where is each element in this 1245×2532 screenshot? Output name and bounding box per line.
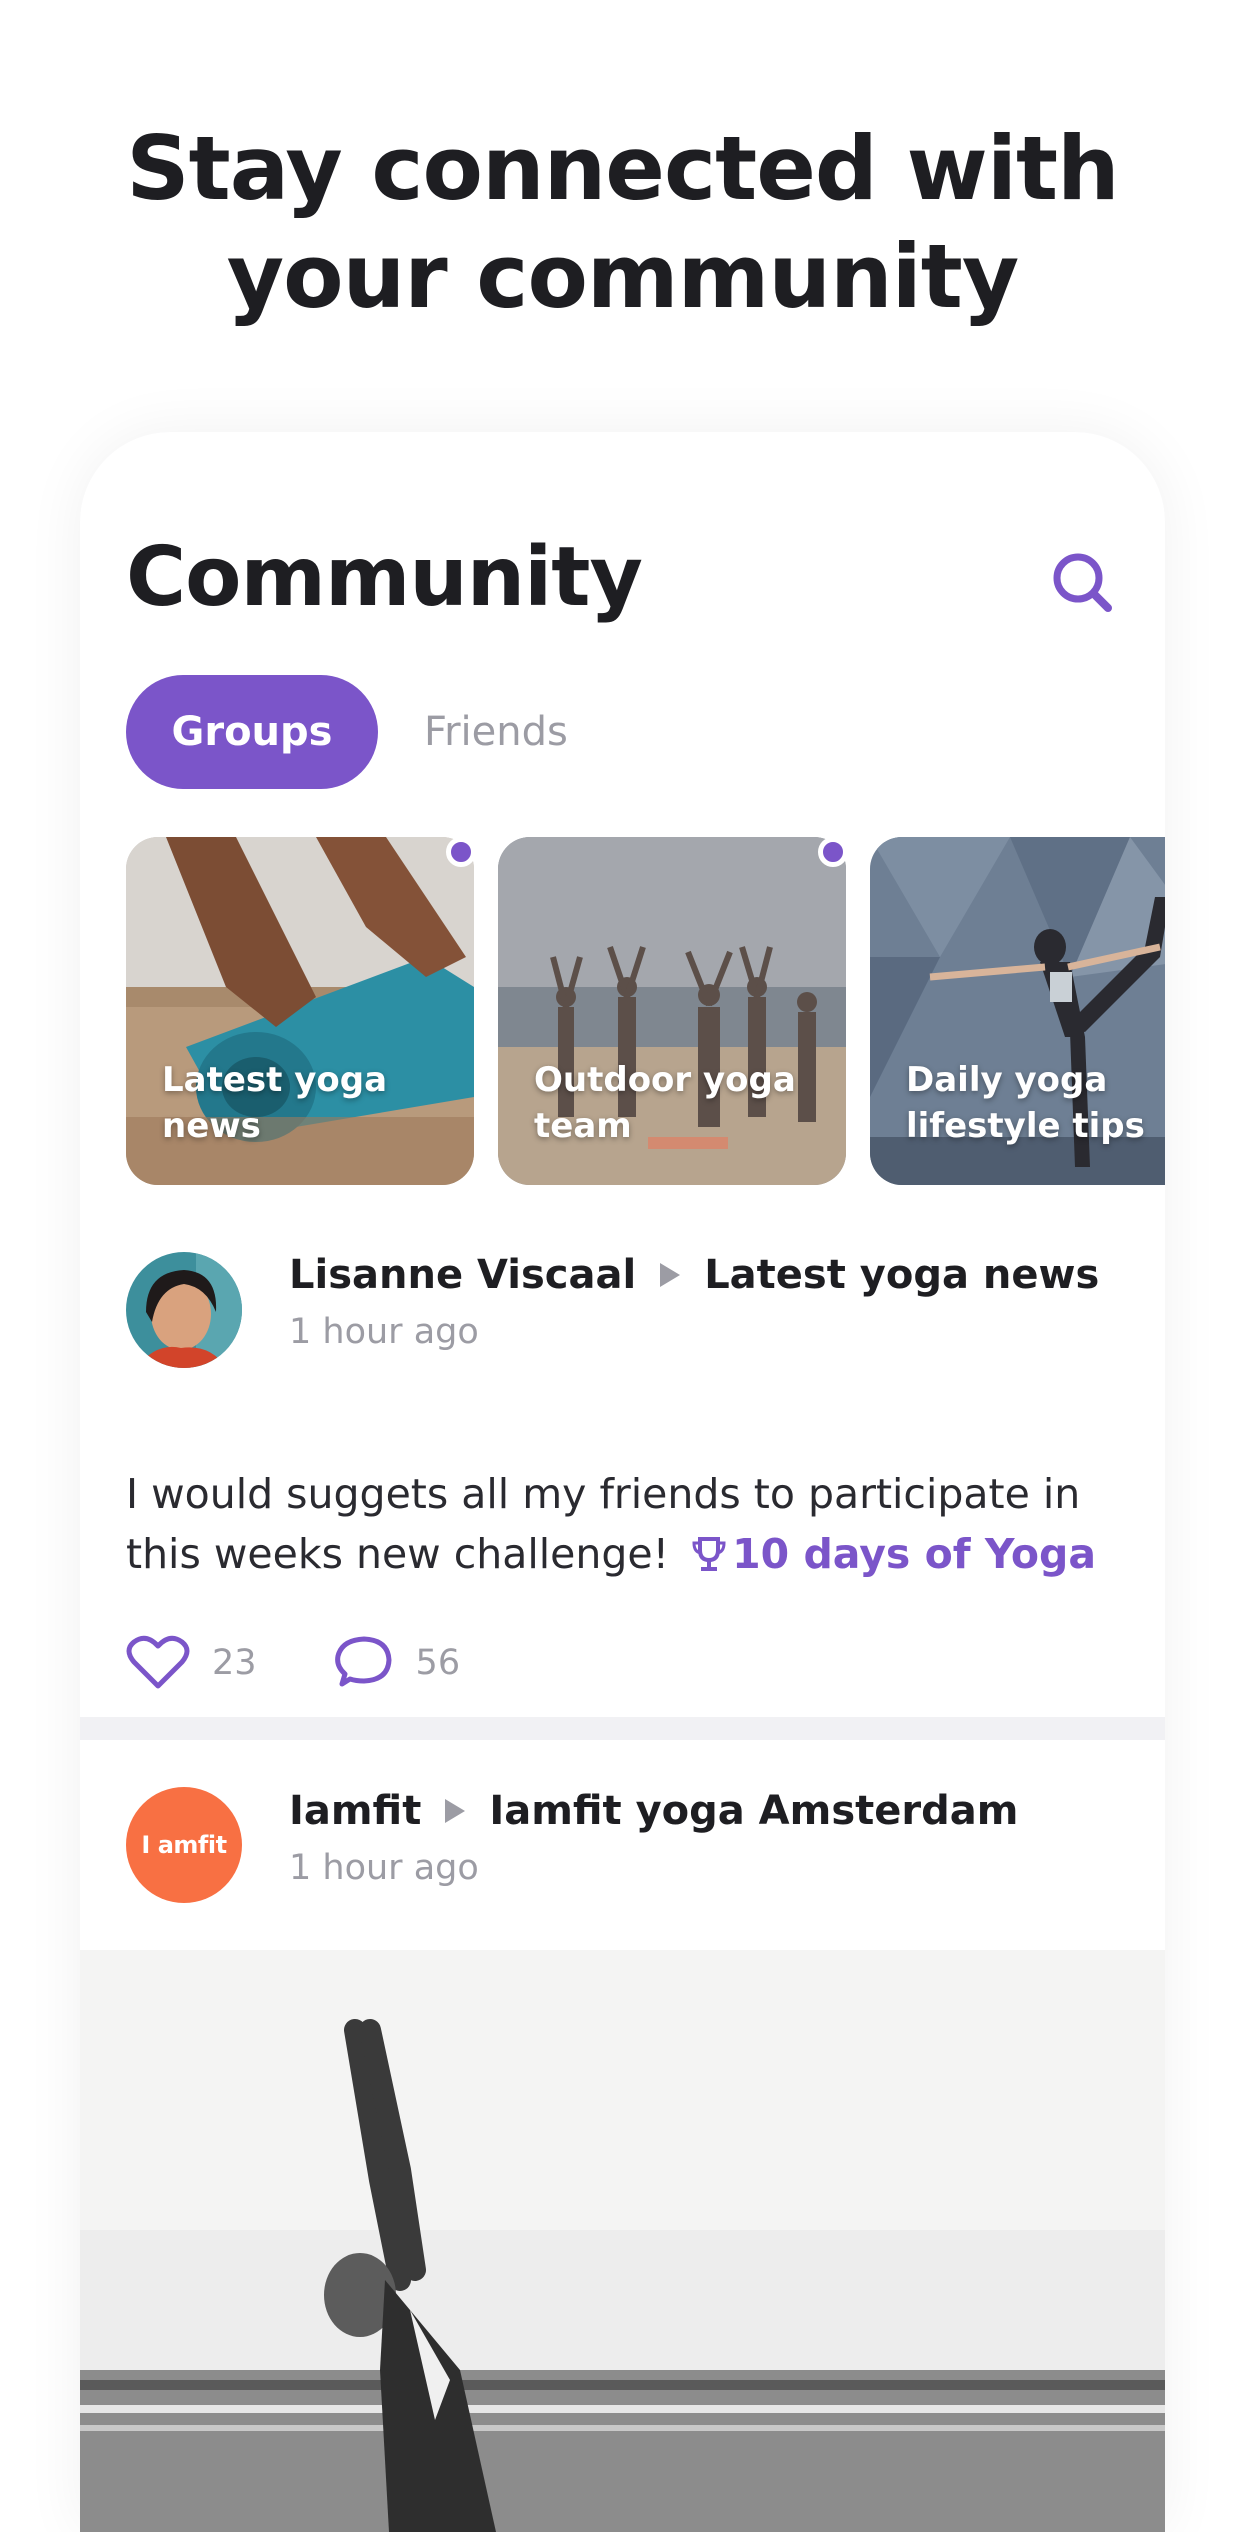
like-count: 23 — [212, 1643, 257, 1683]
phone-screen: Community Groups Friends Latest yoga new… — [80, 432, 1165, 2532]
group-label: Outdoor yoga team — [534, 1060, 796, 1146]
unread-dot — [446, 837, 476, 867]
post-group[interactable]: Latest yoga news — [704, 1252, 1099, 1298]
post-text: I would suggets all my friends to partic… — [126, 1464, 1126, 1584]
tab-friends[interactable]: Friends — [424, 675, 568, 789]
tab-groups[interactable]: Groups — [126, 675, 378, 789]
community-header-card: Community Groups Friends Latest yoga new… — [80, 432, 1165, 1717]
headline-line-2: your community — [226, 225, 1019, 328]
post-header: Lisanne Viscaal Latest yoga news — [289, 1252, 1099, 1298]
comment-icon — [334, 1636, 392, 1687]
group-card-outdoor-yoga-team[interactable]: Outdoor yoga team — [498, 837, 846, 1185]
post-group[interactable]: Iamfit yoga Amsterdam — [489, 1788, 1018, 1834]
avatar[interactable] — [126, 1252, 242, 1368]
arrow-right-icon — [660, 1263, 681, 1287]
search-icon[interactable] — [1050, 550, 1116, 616]
group-label: Daily yoga lifestyle tips — [906, 1060, 1145, 1146]
post-time: 1 hour ago — [289, 1312, 479, 1352]
group-card-latest-yoga-news[interactable]: Latest yoga news — [126, 837, 474, 1185]
arrow-right-icon — [445, 1799, 466, 1823]
post-header: Iamfit Iamfit yoga Amsterdam — [289, 1788, 1018, 1834]
post-card: I amfit Iamfit Iamfit yoga Amsterdam 1 h… — [80, 1740, 1165, 1950]
avatar[interactable]: I amfit — [126, 1787, 242, 1903]
post-time: 1 hour ago — [289, 1848, 479, 1888]
unread-dot — [818, 837, 848, 867]
heart-icon — [126, 1635, 190, 1689]
headline-line-1: Stay connected with — [126, 117, 1119, 220]
page-title: Community — [126, 530, 643, 625]
like-button[interactable]: 23 — [126, 1634, 257, 1692]
trophy-icon — [692, 1537, 726, 1571]
post-image[interactable] — [80, 1950, 1165, 2532]
challenge-label: 10 days of Yoga — [732, 1530, 1096, 1578]
post-actions: 23 56 — [126, 1628, 460, 1698]
post-author[interactable]: Lisanne Viscaal — [289, 1252, 636, 1298]
group-label: Latest yoga news — [162, 1060, 388, 1146]
post-author[interactable]: Iamfit — [289, 1788, 421, 1834]
comment-count: 56 — [415, 1643, 461, 1683]
challenge-link[interactable]: 10 days of Yoga — [682, 1530, 1096, 1578]
group-card-daily-yoga-lifestyle-tips[interactable]: Daily yoga lifestyle tips — [870, 837, 1165, 1185]
groups-carousel[interactable]: Latest yoga news Outdoor yoga team Daily… — [126, 837, 1165, 1185]
comment-button[interactable]: 56 — [332, 1634, 461, 1692]
headline: Stay connected with your community — [0, 115, 1245, 331]
